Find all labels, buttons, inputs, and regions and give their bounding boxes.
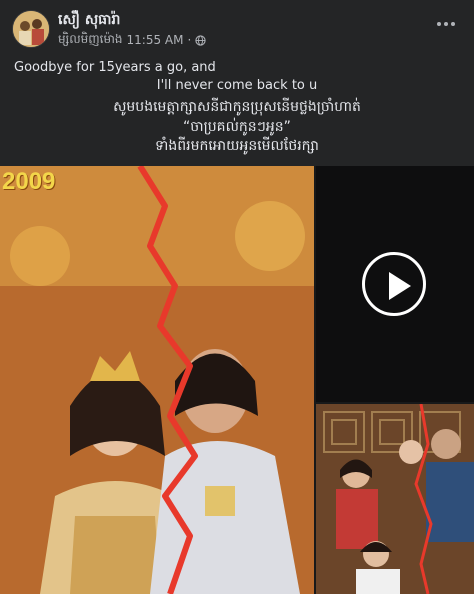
post-time[interactable]: 11:55 AM [127, 33, 184, 47]
post-text-line-2: I'll never come back to u [156, 78, 318, 93]
post-text-khmer-1: សូមបងមេត្តាក្សាសនីជាកូនប្រុសនើមថ្លងច្រាំ… [113, 99, 361, 115]
post-text-line-1: Goodbye for 15years a go, and [14, 60, 216, 75]
post-header: សឿ សុធារ៉ា ម្សិលមិញម៉ោង 11:55 AM · [0, 0, 474, 52]
more-dots-icon [437, 22, 441, 26]
more-options-button[interactable] [434, 14, 458, 34]
post-meta: ម្សិលមិញម៉ោង 11:55 AM · [58, 31, 206, 49]
post-text-khmer-2: “ចាប្រគល់កូនៗអូន” [183, 119, 291, 135]
wedding-photo[interactable]: 2009 [0, 166, 314, 594]
post-media-grid: 2009 [0, 166, 474, 594]
more-dot [451, 22, 455, 26]
meta-separator: · [187, 33, 192, 47]
photo-year-label: 2009 [2, 168, 56, 195]
post-text-khmer-3: ទាំងពីរមកអោយអូនមើលថែរក្សា [155, 138, 319, 154]
wedding-photo-illustration [0, 166, 314, 594]
play-icon [389, 272, 411, 300]
play-button[interactable] [362, 252, 426, 316]
family-photo-illustration [316, 404, 474, 594]
video-thumbnail[interactable] [316, 166, 474, 402]
author-avatar[interactable] [12, 10, 50, 48]
avatar-image [13, 11, 49, 47]
globe-icon [195, 34, 206, 46]
more-dot [444, 22, 448, 26]
timestamp-prefix: ម្សិលមិញម៉ោង [58, 32, 123, 46]
family-photo[interactable] [316, 404, 474, 594]
author-name[interactable]: សឿ សុធារ៉ា [58, 10, 120, 31]
